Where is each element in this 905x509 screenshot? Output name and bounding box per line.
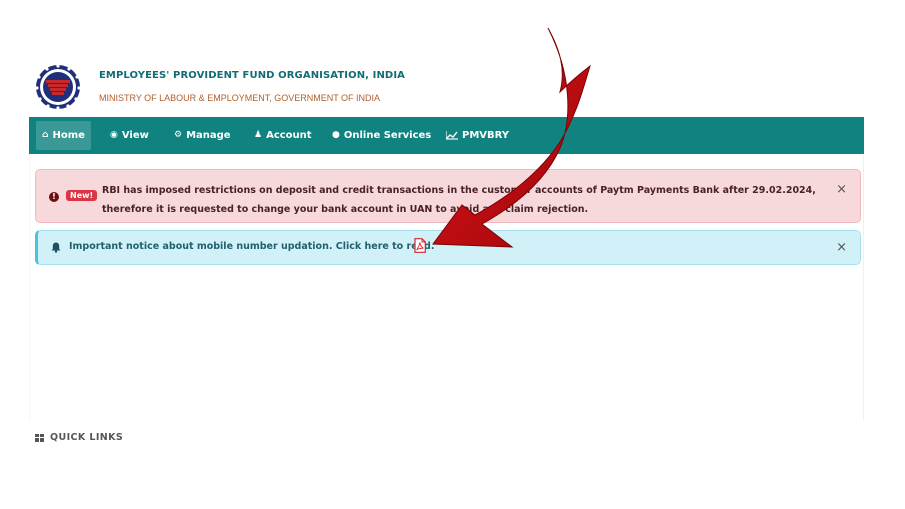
alert-message: RBI has imposed restrictions on deposit … bbox=[102, 185, 816, 215]
paytm-restriction-alert: ! New! RBI has imposed restrictions on d… bbox=[35, 169, 861, 223]
nav-item-home[interactable]: ⌂ Home bbox=[36, 121, 91, 150]
nav-item-account[interactable]: ♟ Account bbox=[248, 121, 318, 150]
epfo-logo bbox=[35, 64, 81, 110]
notice-link-text[interactable]: Important notice about mobile number upd… bbox=[69, 241, 434, 252]
bell-icon bbox=[51, 242, 61, 253]
nav-item-label: Account bbox=[266, 130, 312, 141]
new-badge: New! bbox=[66, 190, 98, 201]
line-chart-icon bbox=[446, 131, 458, 140]
nav-item-label: Home bbox=[52, 130, 85, 141]
pdf-icon[interactable] bbox=[414, 238, 426, 253]
nav-item-label: Online Services bbox=[343, 130, 432, 141]
gears-icon: ⚙ bbox=[174, 130, 183, 140]
grid-icon bbox=[35, 433, 44, 442]
nav-item-label: PMVBRY bbox=[462, 130, 510, 141]
mobile-update-notice[interactable]: Important notice about mobile number upd… bbox=[35, 230, 861, 265]
nav-item-label: Manage bbox=[186, 130, 231, 141]
globe-icon: ● bbox=[332, 130, 340, 140]
exclamation-icon: ! bbox=[49, 192, 59, 202]
quick-links-label: QUICK LINKS bbox=[50, 432, 124, 443]
quick-links-heading: QUICK LINKS bbox=[35, 432, 123, 443]
main-navbar: ⌂ Home ◉ View ⚙ Manage ♟ Account ● Onlin… bbox=[29, 117, 864, 154]
eye-icon: ◉ bbox=[110, 130, 118, 140]
home-icon: ⌂ bbox=[42, 130, 49, 140]
org-title: EMPLOYEES' PROVIDENT FUND ORGANISATION, … bbox=[99, 70, 405, 81]
nav-item-pmvbry[interactable]: PMVBRY bbox=[440, 121, 515, 150]
close-icon[interactable]: × bbox=[836, 183, 847, 196]
nav-item-view[interactable]: ◉ View bbox=[104, 121, 155, 150]
nav-item-manage[interactable]: ⚙ Manage bbox=[168, 121, 237, 150]
nav-item-online-services[interactable]: ● Online Services bbox=[326, 121, 437, 150]
nav-item-label: View bbox=[121, 130, 149, 141]
org-subtitle: MINISTRY OF LABOUR & EMPLOYMENT, GOVERNM… bbox=[99, 93, 381, 103]
user-icon: ♟ bbox=[254, 130, 263, 140]
page: EMPLOYEES' PROVIDENT FUND ORGANISATION, … bbox=[0, 0, 905, 509]
close-icon[interactable]: × bbox=[836, 241, 847, 254]
